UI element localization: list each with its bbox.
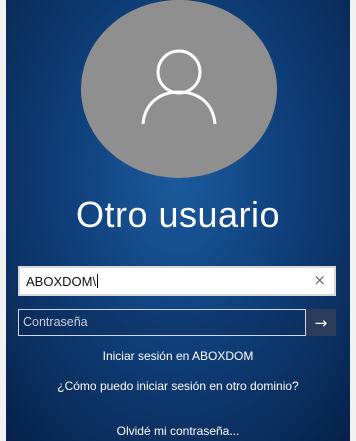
- user-avatar: [81, 0, 277, 178]
- forgot-password-link[interactable]: Olvidé mi contraseña...: [0, 424, 356, 439]
- sign-in-domain-text: Iniciar sesión en ABOXDOM: [102, 349, 254, 363]
- password-input[interactable]: Contraseña →: [18, 309, 336, 336]
- user-title: Otro usuario: [75, 194, 281, 235]
- username-value: ABOXDOM\: [26, 274, 99, 289]
- username-input[interactable]: ABOXDOM\ ×: [18, 266, 336, 296]
- arrow-right-icon: →: [314, 313, 328, 332]
- password-placeholder: Contraseña: [23, 315, 88, 329]
- close-icon[interactable]: ×: [313, 271, 326, 289]
- text-caret: [97, 274, 99, 288]
- other-domain-link[interactable]: ¿Cómo puedo iniciar sesión en otro domin…: [50, 379, 306, 394]
- user-silhouette-icon: [141, 49, 217, 125]
- submit-button[interactable]: →: [305, 309, 336, 336]
